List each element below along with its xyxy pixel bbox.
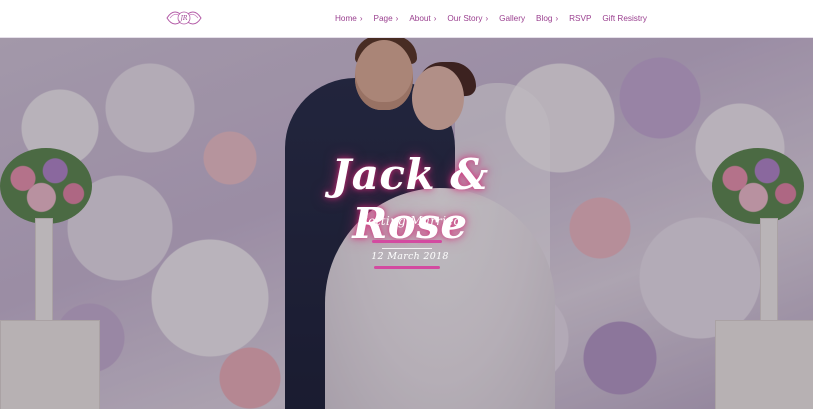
nav-item-label: RSVP — [569, 14, 592, 23]
nav-item-home[interactable]: Home › — [335, 14, 363, 23]
couple-names-headline: Jack & Rose — [331, 150, 489, 248]
top-navigation-bar: JR Home › Page › About › Our Story › Gal… — [0, 0, 813, 38]
decorative-divider-top — [372, 240, 442, 243]
nav-item-blog[interactable]: Blog › — [536, 14, 558, 23]
nav-item-label: Our Story — [447, 14, 483, 23]
nav-item-gift-registry[interactable]: Gift Resistry — [602, 14, 647, 23]
chevron-right-icon: › — [433, 13, 437, 23]
chevron-right-icon: › — [359, 13, 363, 23]
nav-item-label: Page — [373, 14, 393, 23]
nav-item-gallery[interactable]: Gallery — [499, 14, 525, 23]
nav-item-label: Blog — [536, 14, 553, 23]
wedding-date: 12 March 2018 — [371, 251, 449, 262]
chevron-right-icon: › — [485, 13, 489, 23]
nav-item-about[interactable]: About › — [409, 14, 436, 23]
main-menu: Home › Page › About › Our Story › Galler… — [335, 0, 647, 37]
logo-text: JR — [179, 15, 188, 22]
chevron-right-icon: › — [555, 13, 559, 23]
hero-banner: Jack & Rose Getting Married 12 March 201… — [0, 38, 813, 409]
hero-subtitle: Getting Married — [358, 214, 462, 228]
site-logo[interactable]: JR — [164, 7, 204, 30]
hero-text-block: Jack & Rose Getting Married 12 March 201… — [0, 38, 813, 409]
decorative-divider-bottom — [374, 266, 440, 269]
nav-item-rsvp[interactable]: RSVP — [569, 14, 591, 23]
nav-item-label: Gift Resistry — [602, 14, 647, 23]
logo-emblem-icon: JR — [166, 11, 202, 25]
nav-item-our-story[interactable]: Our Story › — [447, 14, 488, 23]
chevron-right-icon: › — [395, 13, 399, 23]
nav-item-label: About — [409, 14, 431, 23]
nav-item-label: Home — [335, 14, 357, 23]
decorative-divider-line — [382, 248, 432, 249]
nav-item-page[interactable]: Page › — [374, 14, 399, 23]
nav-item-label: Gallery — [499, 14, 526, 23]
